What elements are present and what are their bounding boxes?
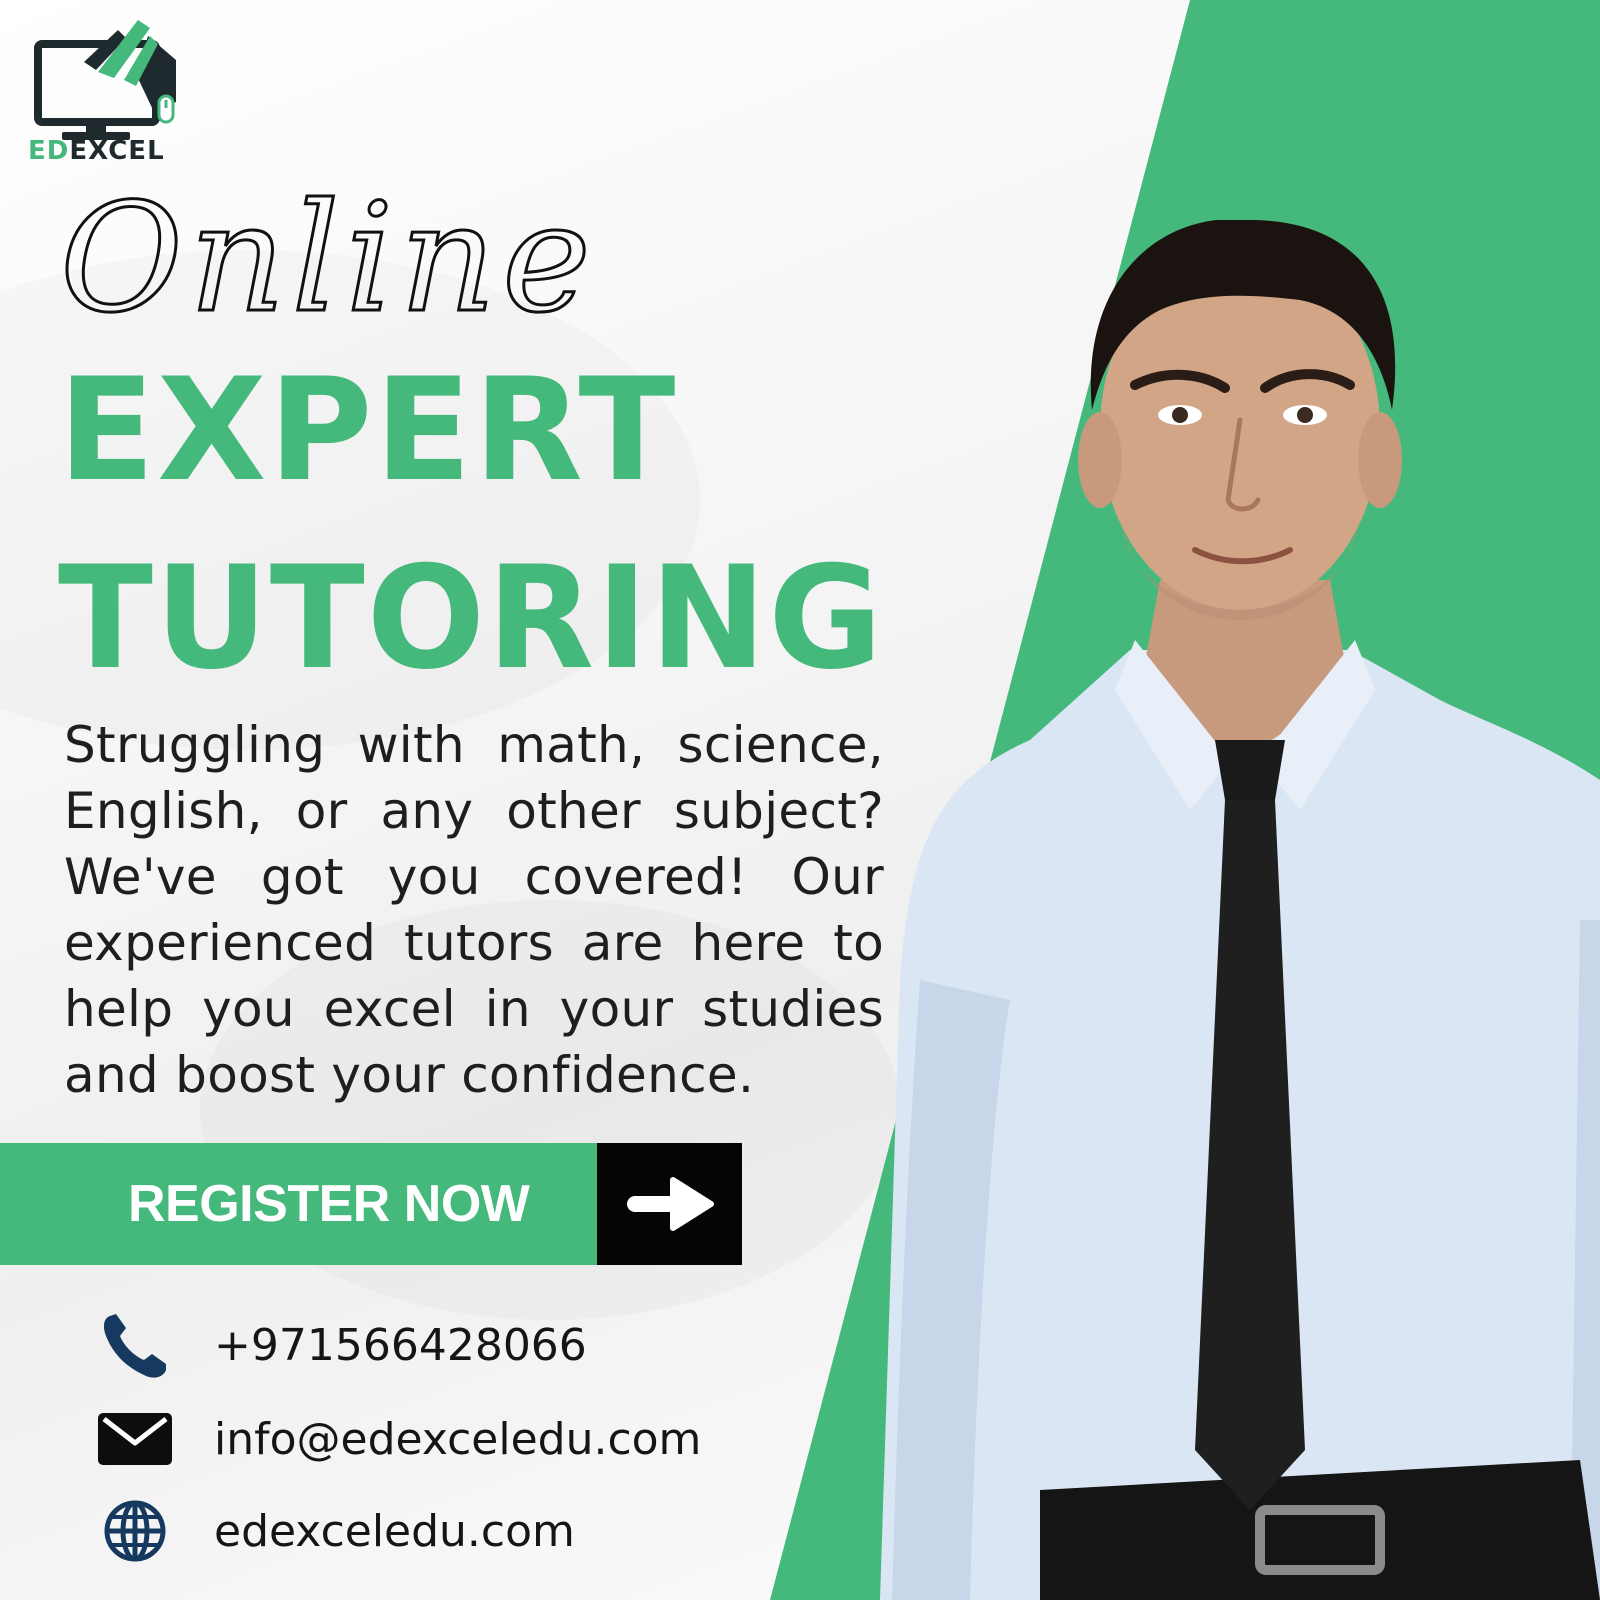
cta-arrow-box[interactable] — [597, 1143, 742, 1265]
logo-prefix: ED — [28, 136, 70, 166]
register-now-button[interactable]: REGISTER NOW — [0, 1143, 742, 1265]
contact-phone[interactable]: +971566428066 — [96, 1310, 587, 1380]
script-title-text: Online — [60, 180, 597, 346]
contact-website[interactable]: edexceledu.com — [96, 1496, 575, 1566]
email-address: info@edexceledu.com — [214, 1413, 702, 1465]
phone-number: +971566428066 — [214, 1319, 587, 1371]
script-title: Online — [60, 180, 597, 348]
tutor-photo — [880, 220, 1600, 1600]
logo-suffix: EXCEL — [69, 136, 165, 166]
arrow-right-icon — [626, 1177, 714, 1231]
logo-wordmark: EDEXCEL — [28, 136, 165, 166]
website-url: edexceledu.com — [214, 1505, 575, 1557]
headline-line-2: TUTORING — [58, 536, 885, 701]
globe-icon — [96, 1496, 174, 1566]
description-text: Struggling with math, science, English, … — [64, 716, 884, 1104]
phone-icon — [96, 1310, 174, 1380]
contact-email[interactable]: info@edexceledu.com — [96, 1404, 701, 1474]
register-now-label: REGISTER NOW — [0, 1143, 597, 1265]
headline-line-1: EXPERT — [58, 348, 678, 513]
poster: EDEXCEL Online EXPERT TUTORING Strugglin… — [0, 0, 1600, 1600]
mail-icon — [96, 1404, 174, 1474]
